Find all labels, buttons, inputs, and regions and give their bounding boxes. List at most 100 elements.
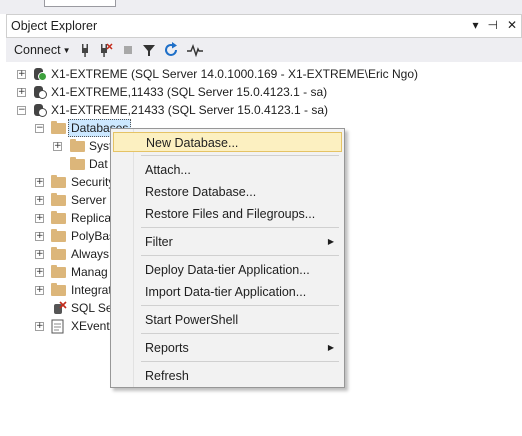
- menu-item-deploy-dac[interactable]: Deploy Data-tier Application...: [113, 260, 342, 280]
- collapse-icon[interactable]: −: [17, 106, 26, 115]
- menu-item-label: New Database...: [146, 136, 239, 150]
- menu-item-label: Import Data-tier Application...: [145, 285, 307, 299]
- panel-controls: ▾ ⊣ ✕: [472, 18, 517, 32]
- menu-item-label: Deploy Data-tier Application...: [145, 263, 310, 277]
- menu-item-reports[interactable]: Reports ▶: [113, 338, 342, 358]
- menu-item-new-database[interactable]: New Database...: [113, 132, 342, 152]
- sql-agent-icon: [54, 301, 67, 314]
- connect-plug-icon[interactable]: [78, 41, 92, 59]
- tree-node-server[interactable]: − X1-EXTREME,21433 (SQL Server 15.0.4123…: [6, 101, 522, 119]
- menu-item-label: Reports: [145, 341, 189, 355]
- chevron-down-icon: ▼: [62, 46, 71, 55]
- menu-item-label: Restore Database...: [145, 185, 257, 199]
- menu-item-restore-database[interactable]: Restore Database...: [113, 182, 342, 202]
- expand-icon[interactable]: +: [17, 70, 26, 79]
- menu-item-filter[interactable]: Filter ▶: [113, 232, 342, 252]
- tree-node-security[interactable]: + Security: [6, 173, 116, 191]
- tree-node-xevent[interactable]: + XEvent: [6, 317, 116, 335]
- folder-icon: [51, 247, 66, 260]
- tree-node-integration[interactable]: + Integrat: [6, 281, 116, 299]
- tree-node-sql-agent[interactable]: SQL Ser: [6, 299, 117, 317]
- server-label: X1-EXTREME (SQL Server 14.0.1000.169 - X…: [51, 67, 419, 81]
- connect-button[interactable]: Connect ▼: [14, 41, 70, 59]
- panel-titlebar: Object Explorer ▾ ⊣ ✕: [6, 14, 522, 38]
- menu-item-attach[interactable]: Attach...: [113, 160, 342, 180]
- menu-separator: [141, 333, 339, 334]
- submenu-arrow-icon: ▶: [327, 343, 334, 352]
- tree-node-polybase[interactable]: + PolyBas: [6, 227, 116, 245]
- menu-separator: [141, 255, 339, 256]
- tree-node-replication[interactable]: + Replica: [6, 209, 116, 227]
- folder-icon: [51, 193, 66, 206]
- tree-node-label: Replica: [71, 211, 112, 225]
- activity-monitor-icon[interactable]: [186, 41, 204, 59]
- server-label: X1-EXTREME,11433 (SQL Server 15.0.4123.1…: [51, 85, 328, 99]
- folder-icon: [51, 283, 66, 296]
- folder-icon: [51, 175, 66, 188]
- pin-icon[interactable]: ⊣: [487, 18, 497, 32]
- tree-node-label: Integrat: [71, 283, 112, 297]
- folder-icon: [51, 211, 66, 224]
- tree-node-management[interactable]: + Manag: [6, 263, 116, 281]
- menu-item-import-dac[interactable]: Import Data-tier Application...: [113, 282, 342, 302]
- refresh-icon[interactable]: [164, 41, 180, 59]
- expand-icon[interactable]: +: [35, 214, 44, 223]
- menu-separator: [141, 155, 339, 156]
- top-strip: [0, 0, 522, 14]
- menu-item-refresh[interactable]: Refresh: [113, 366, 342, 386]
- expand-icon[interactable]: +: [17, 88, 26, 97]
- menu-item-label: Refresh: [145, 369, 189, 383]
- dropdown-icon[interactable]: ▾: [472, 18, 478, 32]
- filter-icon[interactable]: [142, 41, 156, 59]
- tree-node-server[interactable]: + X1-EXTREME,11433 (SQL Server 15.0.4123…: [6, 83, 522, 101]
- server-icon: [32, 103, 47, 117]
- menu-item-label: Attach...: [145, 163, 191, 177]
- menu-item-start-powershell[interactable]: Start PowerShell: [113, 310, 342, 330]
- server-icon: [32, 67, 47, 81]
- xevent-icon: [51, 319, 64, 334]
- disconnect-icon[interactable]: [97, 41, 113, 59]
- expand-icon[interactable]: +: [35, 322, 44, 331]
- menu-item-restore-files[interactable]: Restore Files and Filegroups...: [113, 204, 342, 224]
- folder-icon: [51, 265, 66, 278]
- folder-icon: [70, 157, 85, 170]
- connect-label: Connect: [14, 43, 61, 57]
- panel-title: Object Explorer: [11, 19, 98, 33]
- tree-node-always-on[interactable]: + Always: [6, 245, 116, 263]
- folder-icon: [51, 229, 66, 242]
- menu-separator: [141, 227, 339, 228]
- expand-icon[interactable]: +: [35, 178, 44, 187]
- tree-node-label: XEvent: [71, 319, 110, 333]
- tree-node-label: Manag: [71, 265, 108, 279]
- expand-icon[interactable]: +: [35, 250, 44, 259]
- menu-item-label: Restore Files and Filegroups...: [145, 207, 316, 221]
- tree-node-server-objects[interactable]: + Server O: [6, 191, 119, 209]
- tree-node-server[interactable]: + X1-EXTREME (SQL Server 14.0.1000.169 -…: [6, 65, 522, 83]
- expand-icon[interactable]: +: [35, 232, 44, 241]
- close-icon[interactable]: ✕: [507, 18, 517, 32]
- submenu-arrow-icon: ▶: [327, 237, 334, 246]
- tree-node-label: Always: [71, 247, 110, 261]
- tree-node-label: Dat: [89, 157, 108, 171]
- expand-icon[interactable]: +: [35, 268, 44, 277]
- tree-node-label: Security: [71, 175, 115, 189]
- menu-item-label: Filter: [145, 235, 173, 249]
- server-icon: [32, 85, 47, 99]
- context-menu: New Database... Attach... Restore Databa…: [110, 128, 345, 388]
- menu-item-label: Start PowerShell: [145, 313, 239, 327]
- expand-icon[interactable]: +: [53, 142, 62, 151]
- menu-separator: [141, 305, 339, 306]
- stop-icon[interactable]: [122, 41, 134, 59]
- menu-separator: [141, 361, 339, 362]
- collapse-icon[interactable]: −: [35, 124, 44, 133]
- tree-node-label: Syst: [89, 139, 113, 153]
- folder-icon: [70, 139, 85, 152]
- server-label: X1-EXTREME,21433 (SQL Server 15.0.4123.1…: [51, 103, 329, 117]
- tab-stub: [44, 0, 116, 7]
- expand-icon[interactable]: +: [35, 196, 44, 205]
- explorer-toolbar: Connect ▼: [6, 38, 522, 62]
- expand-icon[interactable]: +: [35, 286, 44, 295]
- tree-node-system-databases[interactable]: + Syst: [6, 137, 116, 155]
- tree-node-database-snapshots[interactable]: Dat: [6, 155, 116, 173]
- tree-node-label: PolyBas: [71, 229, 116, 243]
